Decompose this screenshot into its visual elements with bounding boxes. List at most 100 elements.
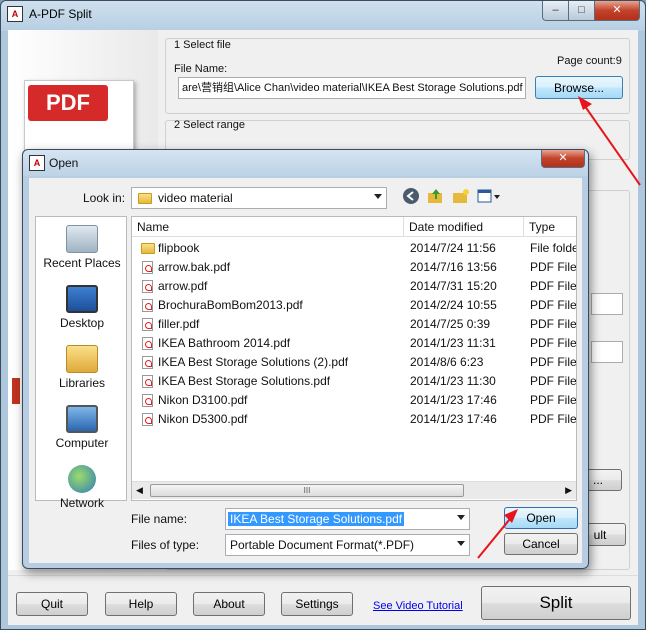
about-button[interactable]: About [193, 592, 265, 616]
place-computer[interactable]: Computer [36, 405, 128, 450]
file-type: PDF File [530, 298, 577, 312]
split-button[interactable]: Split [481, 586, 631, 620]
file-type: PDF File [530, 412, 577, 426]
list-item[interactable]: Nikon D3100.pdf 2014/1/23 17:46 PDF File [132, 391, 576, 410]
column-header-date[interactable]: Date modified [404, 217, 524, 237]
scroll-right-icon[interactable]: ▶ [565, 485, 572, 496]
video-tutorial-link[interactable]: See Video Tutorial [373, 600, 463, 612]
list-item[interactable]: Nikon D5300.pdf 2014/1/23 17:46 PDF File [132, 410, 577, 429]
list-item[interactable]: IKEA Best Storage Solutions.pdf 2014/1/2… [132, 372, 577, 391]
column-header-name[interactable]: Name [132, 217, 404, 237]
range-input[interactable] [591, 293, 623, 315]
file-type: PDF File [530, 336, 577, 350]
app-icon: A [7, 6, 23, 22]
list-item[interactable]: arrow.pdf 2014/7/31 15:20 PDF File [132, 277, 577, 296]
new-folder-icon[interactable] [451, 187, 471, 207]
file-type: PDF File [530, 317, 577, 331]
window-title: A-PDF Split [29, 7, 92, 21]
file-date: 2014/2/24 10:55 [410, 298, 497, 312]
page-count: Page count:9 [557, 55, 622, 67]
list-item[interactable]: arrow.bak.pdf 2014/7/16 13:56 PDF File [132, 258, 577, 277]
file-type: File folder [530, 241, 576, 255]
file-type: PDF File [530, 374, 577, 388]
open-dialog: A Open ✕ Look in: video material Recent … [22, 149, 589, 569]
cancel-button[interactable]: Cancel [504, 533, 578, 555]
file-name: IKEA Best Storage Solutions.pdf [158, 374, 331, 388]
quit-button[interactable]: Quit [16, 592, 88, 616]
dialog-close-button[interactable]: ✕ [541, 150, 585, 168]
maximize-button[interactable]: □ [568, 1, 595, 21]
place-recent-places[interactable]: Recent Places [36, 225, 128, 270]
file-name: flipbook [158, 241, 200, 255]
settings-button[interactable]: Settings [281, 592, 353, 616]
file-name-input[interactable]: IKEA Best Storage Solutions.pdf [225, 508, 470, 530]
list-item[interactable]: IKEA Bathroom 2014.pdf 2014/1/23 11:31 P… [132, 334, 577, 353]
chevron-down-icon [374, 194, 382, 199]
file-date: 2014/1/23 11:31 [410, 336, 496, 350]
file-path-field[interactable]: are\营销组\Alice Chan\video material\IKEA B… [178, 77, 526, 99]
file-date: 2014/7/16 13:56 [410, 260, 497, 274]
place-desktop[interactable]: Desktop [36, 285, 128, 330]
pdf-file-icon [142, 318, 153, 331]
file-type-value: Portable Document Format(*.PDF) [230, 538, 415, 552]
place-libraries[interactable]: Libraries [36, 345, 128, 390]
minimize-button[interactable]: – [542, 1, 569, 21]
pdf-logo-label: PDF [28, 85, 108, 121]
column-header-type[interactable]: Type [524, 217, 576, 237]
select-file-header: 1 Select file [174, 39, 231, 51]
folder-icon [138, 193, 152, 204]
file-name: IKEA Bathroom 2014.pdf [158, 336, 291, 350]
file-type: PDF File [530, 279, 577, 293]
output-input[interactable] [591, 341, 623, 363]
place-network[interactable]: Network [36, 465, 128, 510]
pdf-file-icon [142, 299, 153, 312]
list-item[interactable]: BrochuraBomBom2013.pdf 2014/2/24 10:55 P… [132, 296, 577, 315]
computer-icon [66, 405, 98, 433]
place-label: Libraries [58, 376, 106, 390]
file-date: 2014/1/23 11:30 [410, 374, 496, 388]
pdf-file-icon [142, 261, 153, 274]
up-folder-icon[interactable] [426, 187, 446, 207]
chevron-down-icon [457, 541, 465, 546]
scroll-left-icon[interactable]: ◀ [136, 485, 143, 496]
scrollbar-thumb[interactable]: III [150, 484, 464, 497]
file-date: 2014/1/23 17:46 [410, 412, 497, 426]
pdf-file-icon [142, 337, 153, 350]
dialog-app-icon: A [29, 155, 45, 171]
file-type: PDF File [530, 355, 577, 369]
file-name: Nikon D3100.pdf [158, 393, 248, 407]
file-name-label: File Name: [174, 63, 228, 75]
place-label: Desktop [59, 316, 105, 330]
help-button[interactable]: Help [105, 592, 177, 616]
pdf-file-icon [142, 375, 153, 388]
browse-button[interactable]: Browse... [535, 76, 623, 99]
file-type-select[interactable]: Portable Document Format(*.PDF) [225, 534, 470, 556]
look-in-combo[interactable]: video material [131, 187, 387, 209]
file-name: arrow.bak.pdf [158, 260, 231, 274]
open-button[interactable]: Open [504, 507, 578, 529]
file-name: filler.pdf [158, 317, 200, 331]
pdf-file-icon [142, 394, 153, 407]
close-button[interactable]: ✕ [594, 1, 640, 21]
list-item[interactable]: IKEA Best Storage Solutions (2).pdf 2014… [132, 353, 577, 372]
network-icon [68, 465, 96, 493]
view-menu-icon[interactable] [476, 187, 502, 207]
file-type: PDF File [530, 260, 577, 274]
file-date: 2014/7/31 15:20 [410, 279, 497, 293]
back-icon[interactable] [401, 187, 421, 207]
pdf-file-icon [142, 280, 153, 293]
list-item[interactable]: flipbook 2014/7/24 11:56 File folder [132, 239, 576, 258]
places-bar: Recent Places Desktop Libraries Computer… [35, 216, 128, 510]
file-name: arrow.pdf [158, 279, 208, 293]
list-item[interactable]: filler.pdf 2014/7/25 0:39 PDF File [132, 315, 577, 334]
file-date: 2014/8/6 6:23 [410, 355, 484, 369]
place-label: Network [59, 496, 104, 510]
select-range-header: 2 Select range [174, 119, 245, 131]
file-date: 2014/1/23 17:46 [410, 393, 497, 407]
banner-accent [12, 378, 20, 404]
place-label: Computer [55, 436, 109, 450]
file-name: IKEA Best Storage Solutions (2).pdf [158, 355, 349, 369]
file-name: BrochuraBomBom2013.pdf [158, 298, 303, 312]
horizontal-scrollbar[interactable]: ◀ III ▶ [132, 481, 576, 499]
bottom-toolbar: Quit Help About Settings See Video Tutor… [8, 575, 638, 625]
